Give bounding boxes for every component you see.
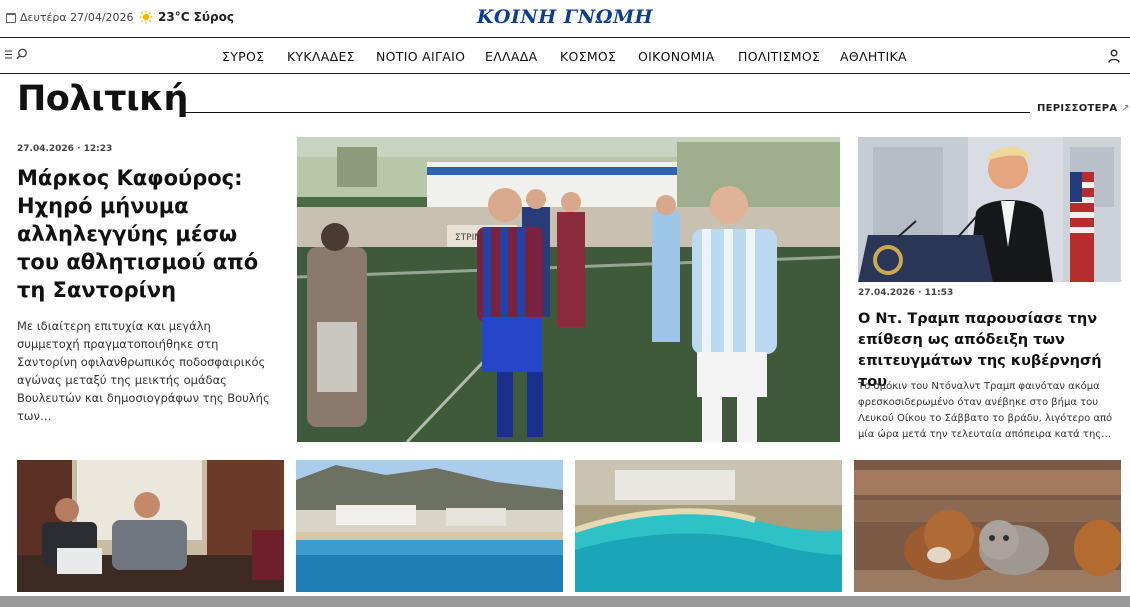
nav-item-politismos[interactable]: ΠΟΛΙΤΙΣΜΟΣ — [738, 49, 820, 64]
user-icon[interactable] — [1108, 49, 1120, 63]
arrow-up-right-icon: ↗ — [1121, 103, 1130, 114]
right-article-meta: 27.04.2026 · 11:53 — [858, 288, 954, 298]
nav-item-athlitika[interactable]: ΑΘΛΗΤΙΚΑ — [840, 49, 907, 64]
left-article-title[interactable]: Μάρκος Καφούρος: Ηχηρό μήνυμα αλληλεγγύη… — [17, 164, 282, 304]
horizontal-scrollbar[interactable] — [0, 596, 1130, 607]
site-logo[interactable]: ΚΟΙΝΗ ΓΝΩΜΗ — [0, 6, 1130, 28]
more-link[interactable]: ΠΕΡΙΣΣΟΤΕΡΑ ↗ — [1037, 103, 1130, 114]
left-article-excerpt: Με ιδιαίτερη επιτυχία και μεγάλη συμμετο… — [17, 319, 270, 423]
football-match-photo: ΣΤΡΙΝΤΖ — [297, 137, 840, 442]
nav-item-kyklades[interactable]: ΚΥΚΛΑΔΕΣ — [287, 49, 355, 64]
thumbnail-dog-cat[interactable] — [854, 460, 1121, 592]
nav-item-notio-aigaio[interactable]: ΝΟΤΙΟ ΑΙΓΑΙΟ — [376, 49, 465, 64]
section-divider — [183, 112, 1030, 113]
nav-item-kosmos[interactable]: ΚΟΣΜΟΣ — [560, 49, 616, 64]
dog-and-cat-photo — [854, 460, 1121, 592]
left-article-meta: 27.04.2026 · 12:23 — [17, 144, 113, 154]
nav-item-syros[interactable]: ΣΥΡΟΣ — [222, 49, 264, 64]
menu-icon[interactable] — [5, 50, 14, 59]
thumbnail-beach-town[interactable] — [296, 460, 563, 592]
nav-item-oikonomia[interactable]: ΟΙΚΟΝΟΜΙΑ — [638, 49, 714, 64]
section-title: Πολιτική — [17, 79, 188, 119]
top-bar: Δευτέρα 27/04/2026 23°C Σύρος ΚΟΙΝΗ ΓΝΩΜ… — [0, 0, 1130, 37]
nav-item-ellada[interactable]: ΕΛΛΑΔΑ — [485, 49, 537, 64]
main-nav: ΣΥΡΟΣ ΚΥΚΛΑΔΕΣ ΝΟΤΙΟ ΑΙΓΑΙΟ ΕΛΛΑΔΑ ΚΟΣΜΟ… — [0, 37, 1130, 74]
search-icon[interactable] — [16, 48, 28, 60]
press-conference-photo — [858, 137, 1121, 282]
logo-text[interactable]: ΚΟΙΝΗ ΓΝΩΜΗ — [477, 6, 653, 28]
right-article-excerpt: Το σμόκιν του Ντόναλντ Τραμπ φαινόταν ακ… — [858, 381, 1113, 440]
meeting-photo — [17, 460, 284, 592]
menu-search-toggle[interactable] — [5, 48, 28, 60]
bay-aerial-photo — [575, 460, 842, 592]
thumbnail-meeting[interactable] — [17, 460, 284, 592]
beach-town-photo — [296, 460, 563, 592]
more-link-label[interactable]: ΠΕΡΙΣΣΟΤΕΡΑ — [1037, 103, 1117, 114]
hero-article-image[interactable]: ΣΤΡΙΝΤΖ — [297, 137, 840, 442]
thumbnail-bay-aerial[interactable] — [575, 460, 842, 592]
right-article-image[interactable] — [858, 137, 1121, 282]
